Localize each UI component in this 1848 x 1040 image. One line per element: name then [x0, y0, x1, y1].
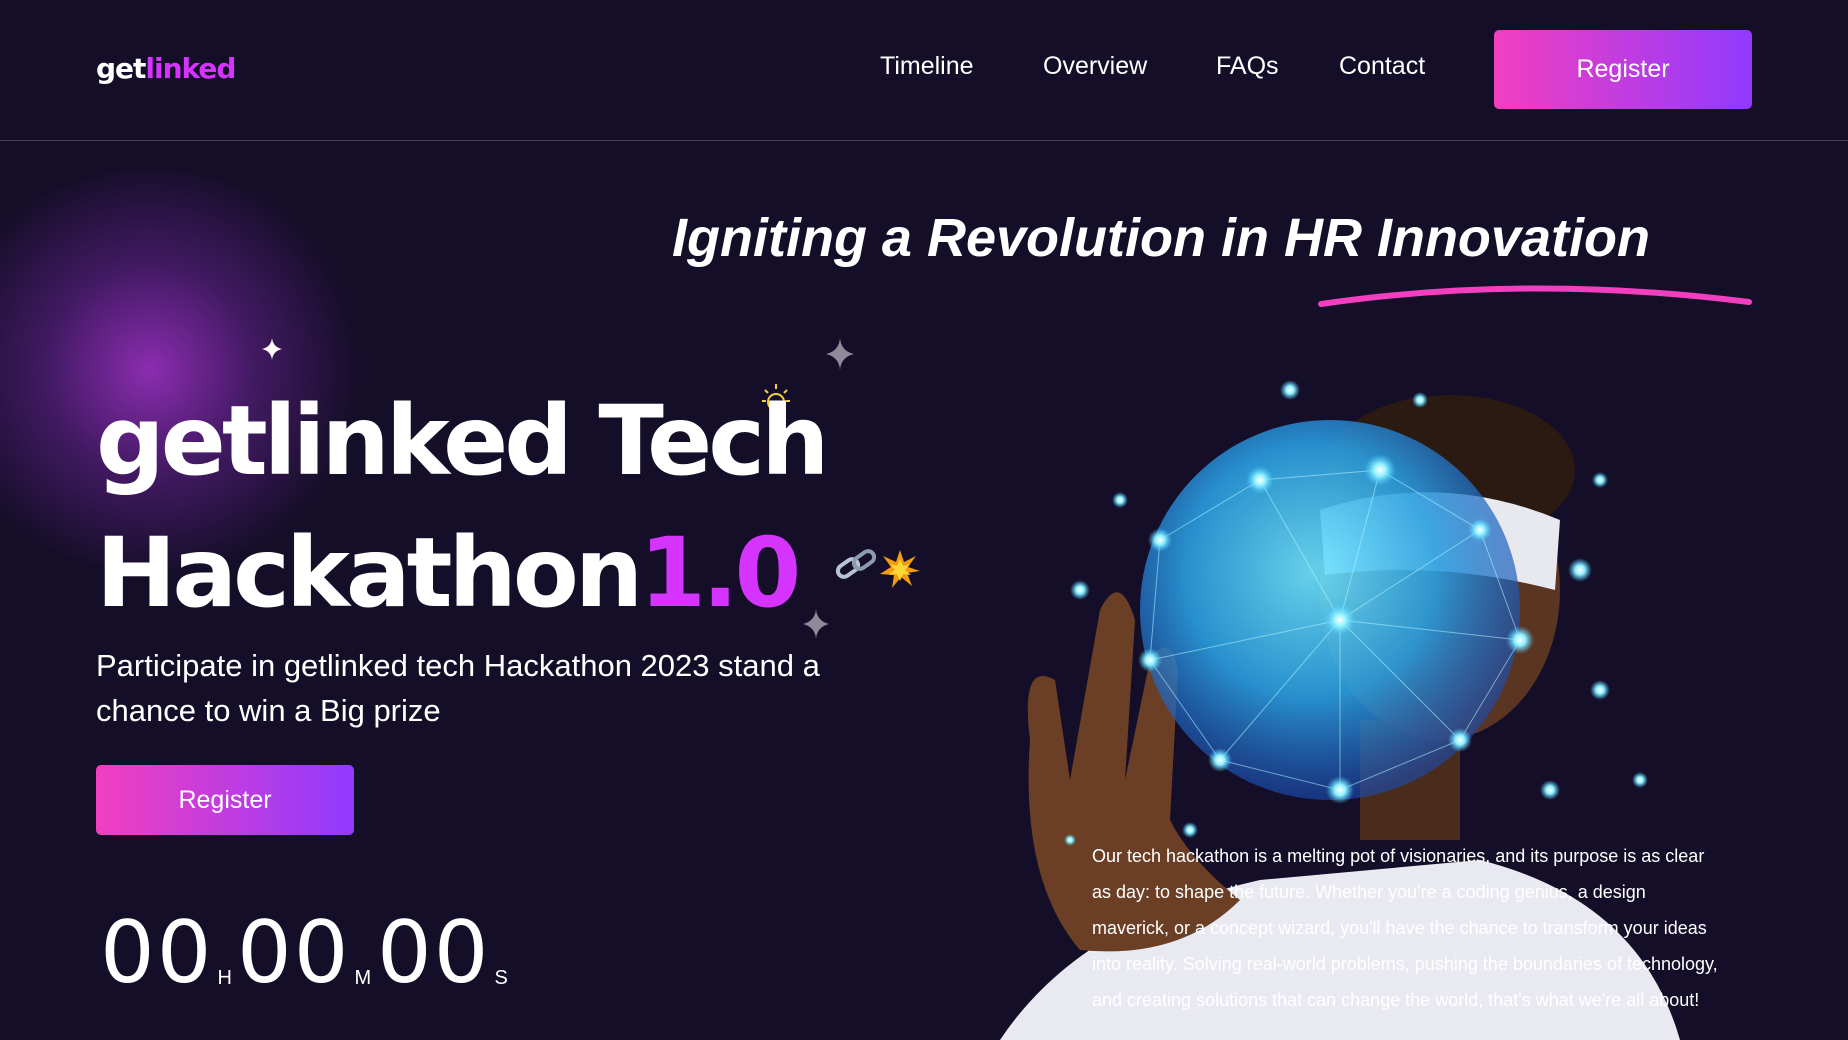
logo-part-get: get: [96, 52, 146, 85]
chain-link-icon: [835, 549, 877, 579]
nav-faqs[interactable]: FAQs: [1216, 52, 1279, 81]
explosion-icon: [880, 550, 920, 588]
timer-hours-unit: H: [217, 967, 232, 989]
timer-minutes: 00 M: [237, 910, 371, 996]
hero-version: 1.0: [639, 517, 801, 629]
timer-minutes-unit: M: [354, 967, 372, 989]
timer-minutes-value: 00: [237, 903, 351, 1003]
header-register-button[interactable]: Register: [1494, 30, 1752, 109]
timer-seconds: 00 S: [377, 910, 508, 996]
hero-subtitle: Participate in getlinked tech Hackathon …: [96, 648, 820, 728]
tagline-underline: [1318, 285, 1752, 307]
sparkle-icon: [262, 338, 282, 360]
hero-description: Our tech hackathon is a melting pot of v…: [1092, 846, 1718, 1010]
sparkle-icon: [803, 609, 829, 639]
timer-seconds-unit: S: [494, 967, 508, 989]
hero-tagline: Igniting a Revolution in HR Innovation: [672, 208, 1650, 268]
logo[interactable]: getlinked: [96, 52, 236, 85]
nav-timeline[interactable]: Timeline: [880, 52, 974, 81]
timer-hours: 00 H: [100, 910, 232, 996]
timer-hours-value: 00: [100, 903, 214, 1003]
hero-title-word: Hackathon: [96, 517, 643, 629]
sparkle-icon: [826, 338, 854, 370]
background-glow: [0, 170, 370, 570]
hero-title-line2: Hackathon1.0: [96, 525, 801, 621]
nav-contact[interactable]: Contact: [1339, 52, 1425, 81]
logo-part-linked: linked: [145, 52, 236, 85]
site-header: getlinked Timeline Overview FAQs Contact…: [0, 0, 1848, 141]
timer-seconds-value: 00: [377, 903, 491, 1003]
nav-overview[interactable]: Overview: [1043, 52, 1147, 81]
hero-title-line1: getlinked Tech: [96, 385, 829, 497]
hero-register-button[interactable]: Register: [96, 765, 354, 835]
